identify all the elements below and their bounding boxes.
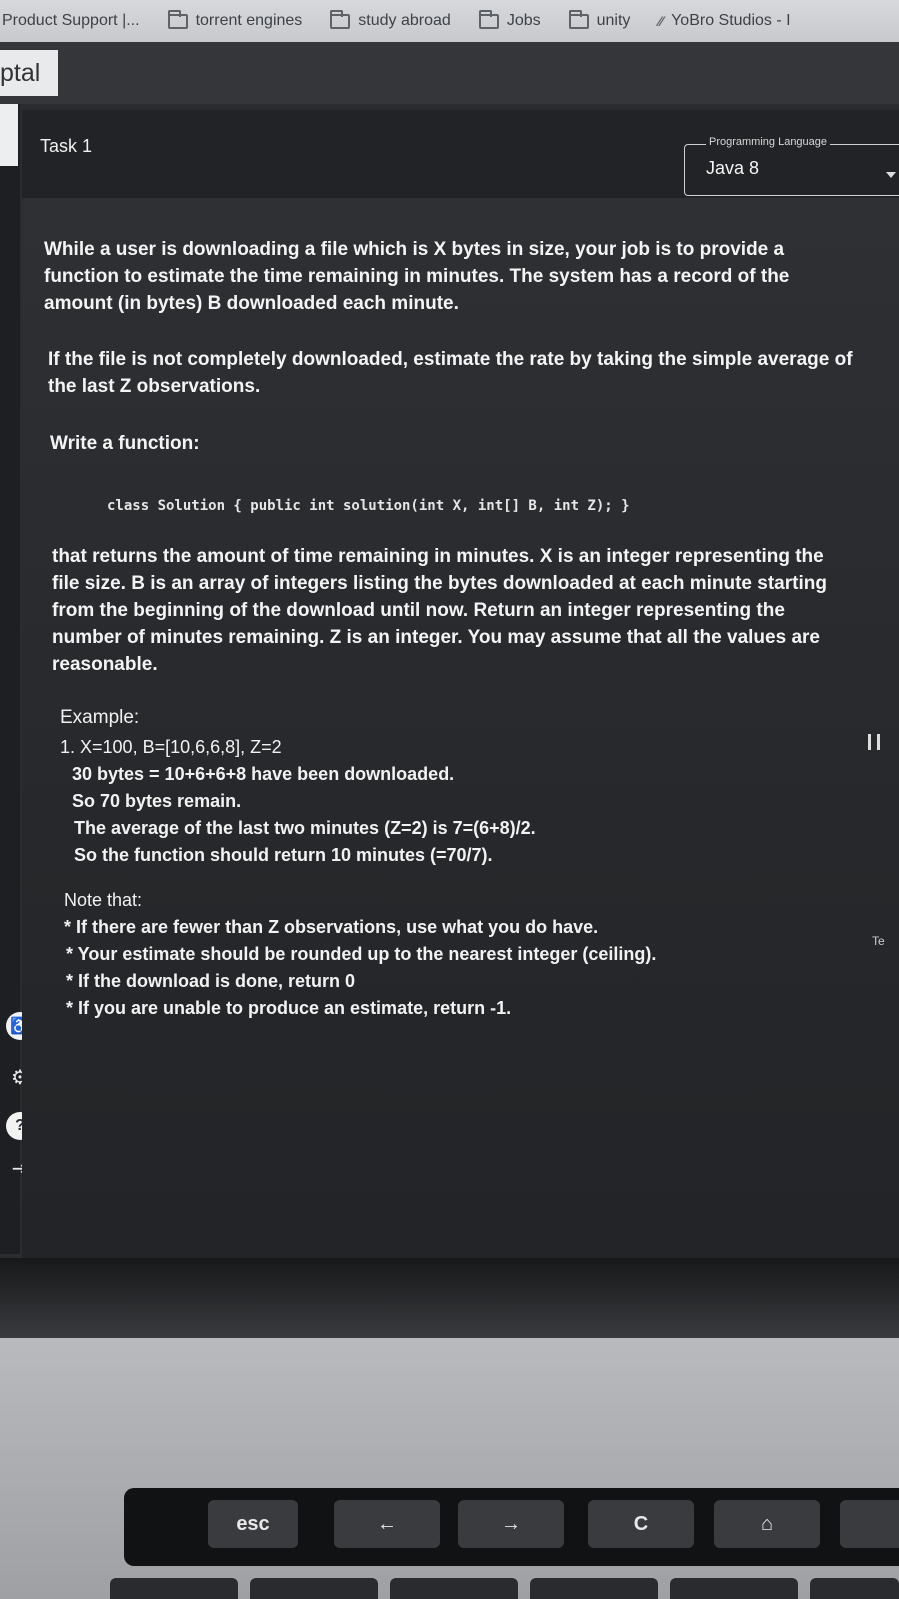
folder-icon — [330, 9, 351, 29]
note-item: * If there are fewer than Z observations… — [64, 917, 599, 937]
language-select-value[interactable]: Java 8 — [706, 158, 759, 179]
function-signature: class Solution { public int solution(int… — [107, 498, 630, 514]
problem-paragraph-3: Write a function: — [50, 433, 200, 454]
folder-icon — [167, 9, 188, 29]
bookmark-torrent-engines[interactable]: torrent engines — [154, 0, 317, 42]
bookmark-label: torrent engines — [195, 12, 303, 29]
bookmark-label: unity — [596, 12, 631, 29]
bookmarks-bar: Product Support |... torrent engines stu… — [0, 0, 899, 42]
bookmark-label: study abroad — [358, 12, 451, 29]
note-heading: Note that: — [64, 890, 143, 910]
bookmark-yobro-studios[interactable]: ⁄⁄ YoBro Studios - I — [644, 0, 804, 42]
pause-icon[interactable] — [868, 734, 880, 750]
bookmark-jobs[interactable]: Jobs — [465, 0, 555, 42]
keyboard-key[interactable] — [670, 1578, 798, 1599]
note-item: * If you are unable to produce an estima… — [66, 998, 512, 1018]
problem-paragraph-4: that returns the amount of time remainin… — [52, 546, 827, 675]
app-header — [0, 42, 899, 104]
esc-key[interactable]: esc — [208, 1500, 298, 1548]
reload-key[interactable]: C — [588, 1500, 694, 1548]
side-panel-tab[interactable]: Te — [872, 934, 885, 948]
bookmark-label: Jobs — [506, 12, 541, 29]
bookmark-unity[interactable]: unity — [555, 0, 645, 42]
chrome-icon[interactable] — [840, 1500, 899, 1548]
problem-paragraph-1: While a user is downloading a file which… — [44, 239, 790, 314]
task-title: Task 1 — [40, 136, 93, 156]
note-item: * If the download is done, return 0 — [66, 971, 356, 991]
example-line: 30 bytes = 10+6+6+8 have been downloaded… — [72, 764, 455, 784]
chevron-down-icon[interactable] — [886, 172, 896, 178]
example-line: The average of the last two minutes (Z=2… — [74, 818, 536, 838]
bookmark-label: Product Support |... — [2, 12, 140, 29]
forward-key[interactable]: → — [458, 1500, 564, 1548]
left-rail-tab[interactable] — [0, 104, 18, 166]
bookmark-study-abroad[interactable]: study abroad — [316, 0, 465, 42]
folder-icon — [568, 9, 589, 29]
keyboard-key[interactable] — [390, 1578, 518, 1599]
keyboard-row — [110, 1578, 899, 1599]
language-select-label: Programming Language — [706, 136, 831, 148]
folder-icon — [478, 9, 499, 29]
keyboard-key[interactable] — [110, 1578, 238, 1599]
example-line: So 70 bytes remain. — [72, 791, 242, 811]
home-key[interactable]: ⌂ — [714, 1500, 820, 1548]
bookmark-product-support[interactable]: Product Support |... — [0, 0, 154, 42]
keyboard-key[interactable] — [250, 1578, 378, 1599]
example-line: 1. X=100, B=[10,6,6,8], Z=2 — [60, 737, 282, 757]
back-key[interactable]: ← — [334, 1500, 440, 1548]
keyboard-key[interactable] — [810, 1578, 899, 1599]
brand-logo[interactable]: ptal — [0, 50, 58, 96]
problem-paragraph-2: If the file is not completely downloaded… — [48, 349, 853, 397]
note-item: * Your estimate should be rounded up to … — [66, 944, 657, 964]
keyboard-key[interactable] — [530, 1578, 658, 1599]
bookmark-label: YoBro Studios - I — [671, 12, 791, 29]
screen-bezel — [0, 1258, 899, 1338]
example-line: So the function should return 10 minutes… — [74, 845, 493, 865]
example-heading: Example: — [60, 707, 140, 728]
toptal-icon: ⁄⁄ — [658, 13, 664, 29]
